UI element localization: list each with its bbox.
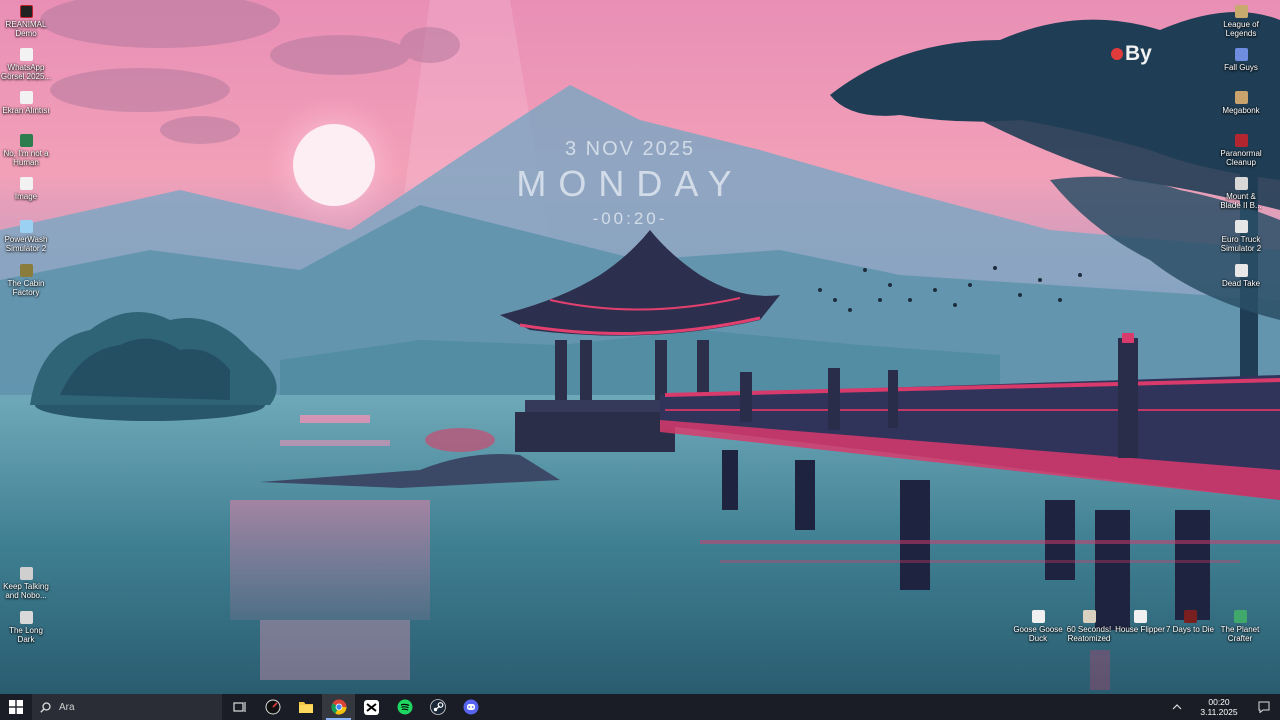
game-icon [1183,610,1197,623]
chrome-icon [330,699,347,715]
game-icon [1234,177,1248,190]
game-icon [19,5,33,18]
image-file-icon [19,48,33,61]
notification-icon [1258,701,1270,713]
desktop-icon-goose-goose-duck[interactable]: Goose Goose Duck [1012,610,1064,643]
folder-icon [298,702,313,713]
desktop-icon-long-dark[interactable]: The Long Dark [0,611,52,644]
image-file-icon [19,91,33,104]
taskbar-app-discord[interactable] [454,694,487,720]
image-file-icon [19,177,33,190]
desktop-icon-reanimal[interactable]: REANIMAL Demo [0,5,52,38]
search-icon [40,701,51,713]
desktop-icon-7-days-to-die[interactable]: 7 Days to Die [1164,610,1216,634]
game-icon [19,264,33,277]
taskbar-app-steam[interactable] [421,694,454,720]
widget-day: MONDAY [516,163,744,204]
gauge-icon [265,699,280,715]
taskbar-app-chrome[interactable] [322,694,355,720]
by-badge: By [1111,42,1152,66]
game-icon [1031,610,1045,623]
widget-time: -00:20- [592,209,668,228]
desktop-icon-euro-truck[interactable]: Euro Truck Simulator 2 [1215,220,1267,253]
red-dot-icon [1111,48,1123,60]
notifications-button[interactable] [1248,694,1280,720]
game-icon [1234,48,1248,61]
desktop-icon-paranormal-cleanup[interactable]: Paranormal Cleanup [1215,134,1267,167]
desktop-icon-house-flipper[interactable]: House Flipper [1114,610,1166,634]
desktop-icon-60-seconds[interactable]: 60 Seconds! Reatomized [1063,610,1115,643]
desktop-icon-not-a-human[interactable]: No, I'm not a Human [0,134,52,167]
taskbar-clock[interactable]: 00:20 3.11.2025 [1190,697,1248,717]
game-icon [1234,264,1248,277]
clock-date: 3.11.2025 [1200,707,1238,717]
taskbar-app-file-explorer[interactable] [289,694,322,720]
game-icon [1234,220,1248,233]
game-icon [19,567,33,580]
game-icon [1082,610,1096,623]
game-icon [1233,610,1247,623]
taskbar-app-hardware-monitor[interactable] [256,694,289,720]
desktop-icon-mount-blade[interactable]: Mount & Blade II B... [1215,177,1267,210]
start-button[interactable] [0,694,32,720]
game-icon [1234,5,1248,18]
taskbar-app-capcut[interactable] [355,694,388,720]
desktop-wallpaper [0,0,1280,694]
show-hidden-icons-button[interactable] [1164,694,1190,720]
desktop-icon-league-of-legends[interactable]: League of Legends [1215,5,1267,38]
game-icon [1133,610,1147,623]
by-badge-text: By [1125,42,1152,65]
game-icon [1234,91,1248,104]
task-view-button[interactable] [223,694,256,720]
desktop-icon-image[interactable]: Image [0,177,52,201]
desktop-icon-fall-guys[interactable]: Fall Guys [1215,48,1267,72]
task-view-icon [232,702,246,712]
desktop-icon-ekran-alintisi[interactable]: Ekran Alıntısı [0,91,52,115]
desktop-icon-cabin-factory[interactable]: The Cabin Factory [0,264,52,297]
capcut-icon [364,699,379,715]
taskbar-app-spotify[interactable] [388,694,421,720]
windows-logo-icon [9,700,23,714]
steam-icon [429,699,446,715]
clock-time: 00:20 [1208,697,1230,707]
date-time-widget: 3 NOV 2025 MONDAY -00:20- [480,138,780,229]
chevron-up-icon [1172,704,1182,710]
desktop-icon-dead-take[interactable]: Dead Take [1215,264,1267,288]
search-placeholder: Ara [59,701,75,713]
game-icon [1234,134,1248,147]
taskbar: Ara 00:20 3.11.2025 [0,694,1280,720]
desktop-icon-keep-talking[interactable]: Keep Talking and Nobo... [0,567,52,600]
game-icon [19,134,33,147]
widget-date: 3 NOV 2025 [564,138,696,160]
spotify-icon [397,699,412,715]
desktop-icon-whatsapp-image[interactable]: WhatsApp Görsel 2025... [0,48,52,81]
game-icon [19,611,33,624]
taskbar-search-box[interactable]: Ara [32,694,222,720]
system-tray: 00:20 3.11.2025 [1164,694,1280,720]
discord-icon [463,699,478,715]
desktop-icon-planet-crafter[interactable]: The Planet Crafter [1214,610,1266,643]
desktop-icon-powerwash[interactable]: PowerWash Simulator 2 [0,220,52,253]
desktop-icon-megabonk[interactable]: Megabonk [1215,91,1267,115]
game-icon [19,220,33,233]
